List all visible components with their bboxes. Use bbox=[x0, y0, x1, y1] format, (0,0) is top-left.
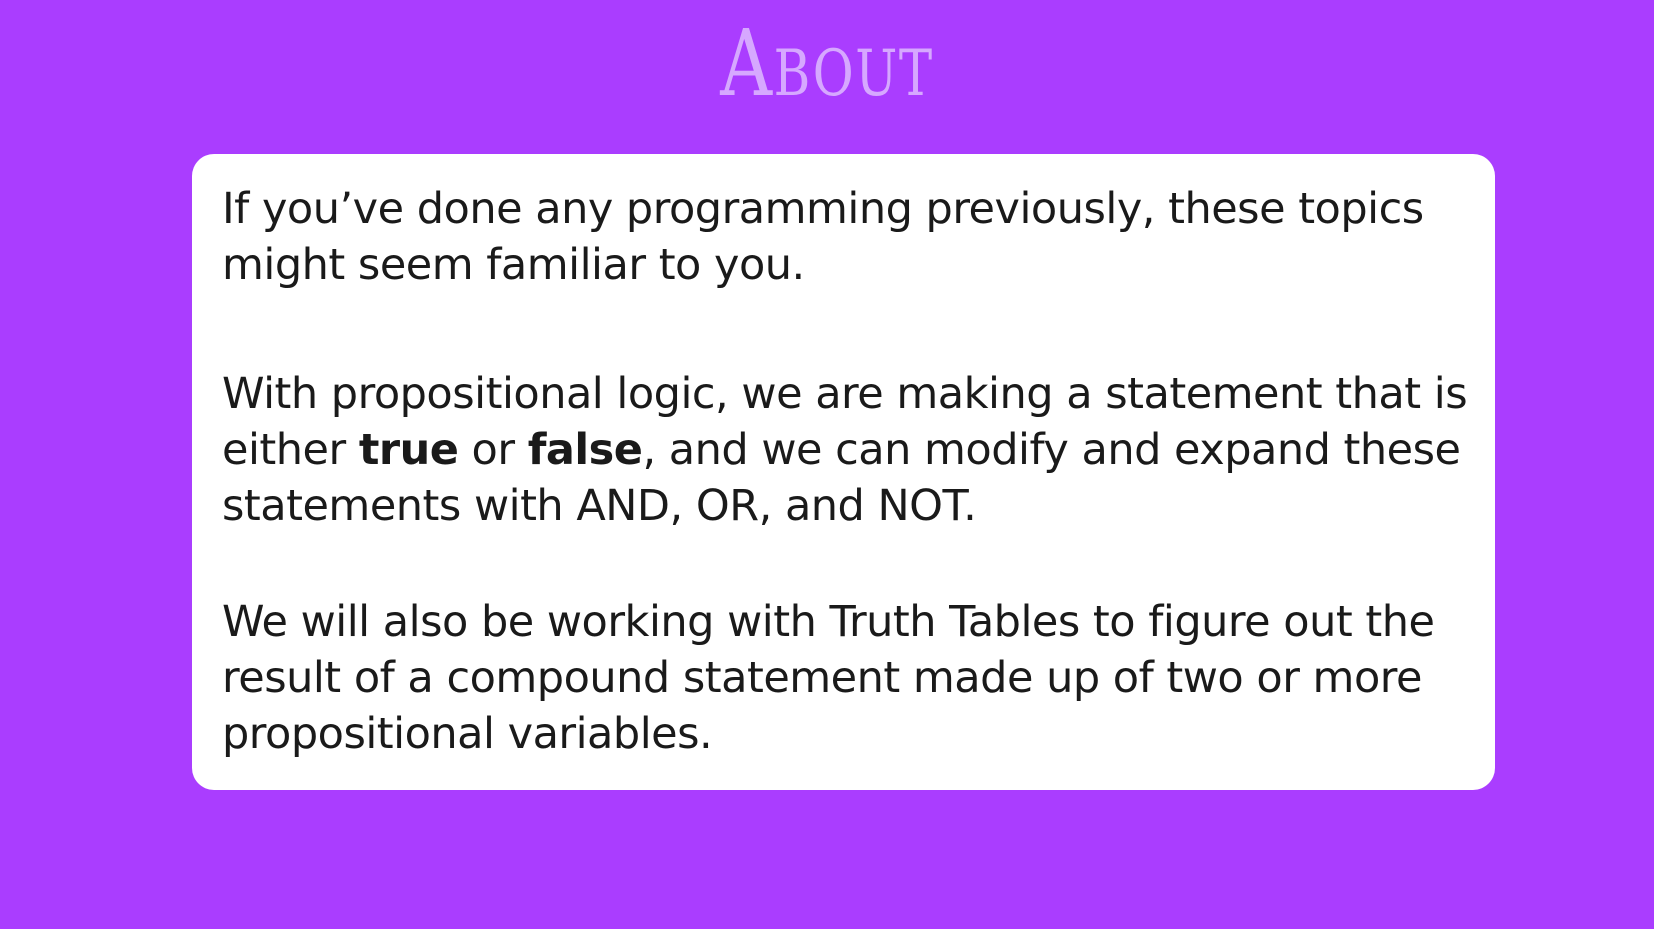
intro-paragraph: If you’ve done any programming previousl… bbox=[222, 184, 1424, 290]
true-keyword: true bbox=[358, 425, 459, 475]
paragraph-text: or bbox=[458, 425, 528, 475]
content-card: If you’ve done any programming previousl… bbox=[192, 154, 1495, 790]
truth-tables-paragraph: We will also be working with Truth Table… bbox=[222, 597, 1435, 759]
false-keyword: false bbox=[527, 425, 643, 475]
propositional-logic-paragraph: With propositional logic, we are making … bbox=[222, 366, 1475, 534]
slide-title: About bbox=[720, 10, 934, 117]
